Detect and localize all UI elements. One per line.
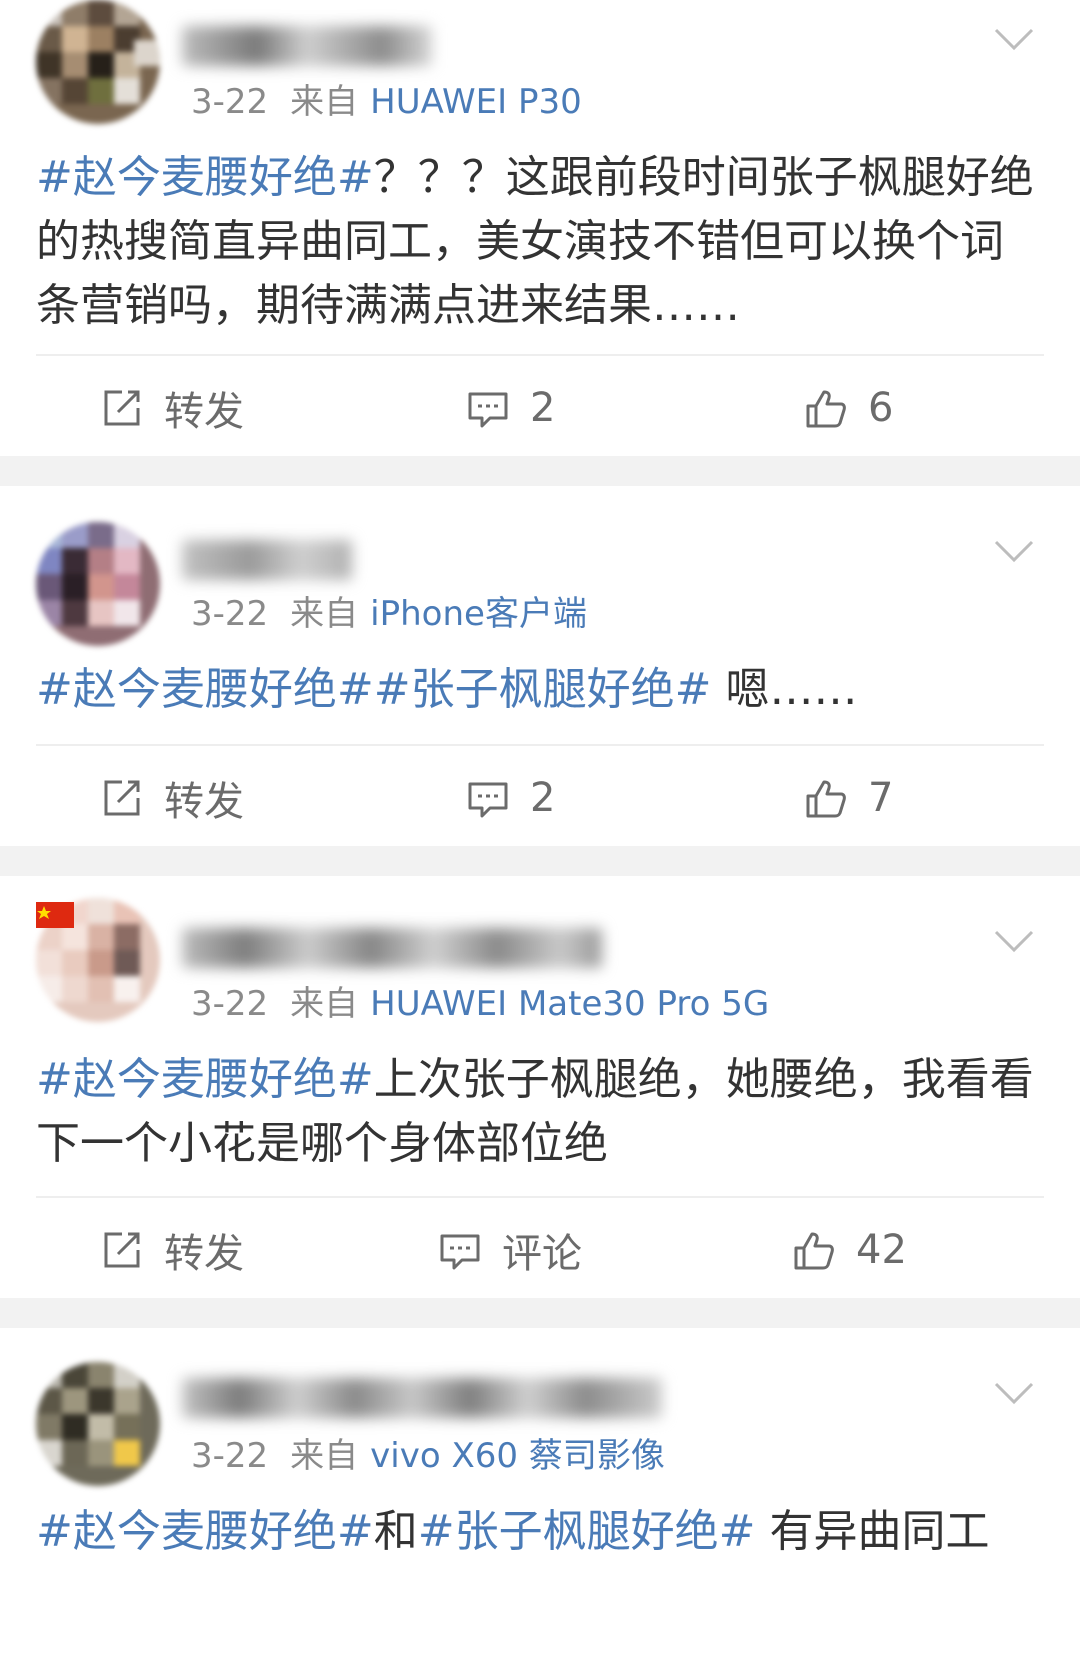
share-icon [104, 390, 140, 426]
post-meta: 3-22 来自 iPhone客户端 [191, 594, 587, 634]
post-source[interactable]: iPhone客户端 [370, 594, 587, 634]
hashtag-link[interactable]: #张子枫腿好绝# [418, 1506, 756, 1557]
post-meta: 3-22 来自 HUAWEI Mate30 Pro 5G [191, 984, 769, 1024]
post-source[interactable]: HUAWEI P30 [370, 82, 582, 122]
repost-label: 转发 [164, 1231, 244, 1277]
like-button[interactable]: 7 [804, 758, 893, 838]
divider [36, 354, 1044, 356]
comment-button[interactable]: 评论 [438, 1210, 582, 1290]
post-separator [0, 1298, 1080, 1328]
post-text: 和 [373, 1506, 418, 1557]
avatar[interactable] [36, 1362, 160, 1486]
post-meta: 3-22 来自 vivo X60 蔡司影像 [191, 1436, 665, 1476]
repost-label: 转发 [164, 389, 244, 435]
comment-icon [468, 782, 508, 818]
username-blurred[interactable] [182, 928, 602, 968]
avatar[interactable] [36, 0, 160, 124]
post-meta: 3-22 来自 HUAWEI P30 [191, 82, 582, 122]
post-separator [0, 456, 1080, 486]
username-blurred[interactable] [182, 540, 352, 580]
source-prefix: 来自 [290, 594, 359, 634]
post-content: #赵今麦腰好绝#上次张子枫腿绝，她腰绝，我看看下一个小花是哪个身体部位绝 [36, 1048, 1046, 1176]
repost-button[interactable]: 转发 [100, 1210, 244, 1290]
comment-count: 2 [530, 385, 556, 431]
username-blurred[interactable] [182, 26, 432, 66]
feed-post: 3-22 来自 iPhone客户端 #赵今麦腰好绝##张子枫腿好绝# 嗯…… 转发 … [0, 486, 1080, 846]
feed-post: 3-22 来自 HUAWEI Mate30 Pro 5G #赵今麦腰好绝#上次张子枫… [0, 876, 1080, 1298]
source-prefix: 来自 [290, 82, 359, 122]
like-button[interactable]: 6 [804, 368, 893, 448]
post-content: #赵今麦腰好绝#？？？这跟前段时间张子枫腿好绝的热搜简直异曲同工，美女演技不错但… [36, 146, 1046, 338]
username-blurred[interactable] [182, 1378, 662, 1418]
comment-label: 评论 [502, 1231, 582, 1277]
post-date: 3-22 [191, 82, 269, 122]
thumbs-up-icon [806, 780, 846, 818]
action-bar: 转发 2 7 [0, 758, 1080, 838]
share-icon [104, 1232, 140, 1268]
post-text: 有异曲同工 [755, 1506, 990, 1557]
repost-button[interactable]: 转发 [100, 368, 244, 448]
hashtag-link[interactable]: #赵今麦腰好绝# [36, 152, 374, 203]
chevron-down-icon[interactable] [992, 1378, 1036, 1408]
post-source[interactable]: HUAWEI Mate30 Pro 5G [370, 984, 769, 1024]
source-prefix: 来自 [290, 1436, 359, 1476]
feed-post: 3-22 来自 HUAWEI P30 #赵今麦腰好绝#？？？这跟前段时间张子枫腿好绝… [0, 0, 1080, 456]
like-button[interactable]: 42 [792, 1210, 907, 1290]
post-separator [0, 846, 1080, 876]
source-prefix: 来自 [290, 984, 359, 1024]
comment-button[interactable]: 2 [466, 758, 555, 838]
post-date: 3-22 [191, 594, 269, 634]
chevron-down-icon[interactable] [992, 926, 1036, 956]
hashtag-link[interactable]: #赵今麦腰好绝# [36, 1506, 374, 1557]
share-icon [104, 780, 140, 816]
post-content: #赵今麦腰好绝#和#张子枫腿好绝# 有异曲同工 [36, 1500, 1046, 1564]
repost-label: 转发 [164, 779, 244, 825]
thumbs-up-icon [806, 390, 846, 428]
repost-button[interactable]: 转发 [100, 758, 244, 838]
like-count: 42 [856, 1227, 907, 1273]
divider [36, 744, 1044, 746]
hashtag-link[interactable]: #赵今麦腰好绝##张子枫腿好绝# [36, 664, 711, 715]
action-bar: 转发 评论 42 [0, 1210, 1080, 1290]
avatar[interactable] [36, 522, 160, 646]
like-count: 7 [868, 775, 894, 821]
comment-button[interactable]: 2 [466, 368, 555, 448]
like-count: 6 [868, 385, 894, 431]
divider [36, 1196, 1044, 1198]
action-bar: 转发 2 6 [0, 368, 1080, 448]
thumbs-up-icon [794, 1232, 834, 1270]
post-date: 3-22 [191, 984, 269, 1024]
hashtag-link[interactable]: #赵今麦腰好绝# [36, 1054, 374, 1105]
post-content: #赵今麦腰好绝##张子枫腿好绝# 嗯…… [36, 658, 1046, 722]
comment-icon [440, 1234, 480, 1270]
post-source[interactable]: vivo X60 蔡司影像 [370, 1436, 665, 1476]
feed-post: 3-22 来自 vivo X60 蔡司影像 #赵今麦腰好绝#和#张子枫腿好绝# 有异… [0, 1328, 1080, 1666]
post-text: 嗯…… [711, 664, 858, 715]
flag-icon [36, 902, 74, 928]
chevron-down-icon[interactable] [992, 536, 1036, 566]
post-date: 3-22 [191, 1436, 269, 1476]
comment-icon [468, 392, 508, 428]
comment-count: 2 [530, 775, 556, 821]
chevron-down-icon[interactable] [992, 24, 1036, 54]
